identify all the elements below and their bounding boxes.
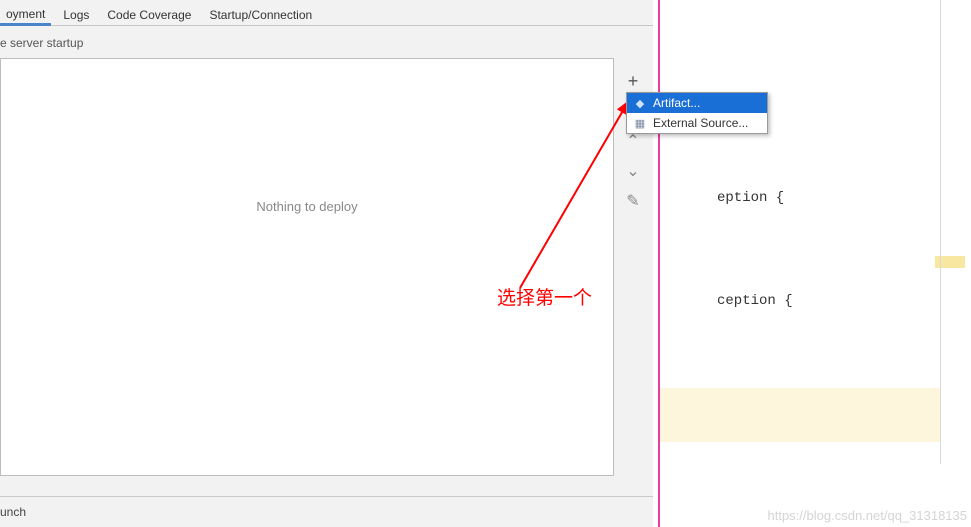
chevron-up-icon: ⌃ <box>626 131 639 151</box>
watermark-text: https://blog.csdn.net/qq_31318135 <box>768 508 968 523</box>
tab-code-coverage[interactable]: Code Coverage <box>101 5 197 25</box>
tab-logs[interactable]: Logs <box>57 5 95 25</box>
move-down-button[interactable]: ⌄ <box>622 160 644 182</box>
add-button[interactable]: + <box>622 70 644 92</box>
code-fragment: eption { <box>717 190 784 206</box>
popup-item-label: External Source... <box>653 116 748 130</box>
pencil-icon: ✎ <box>626 191 639 211</box>
popup-item-external-source[interactable]: External Source... <box>627 113 767 133</box>
tab-startup-connection[interactable]: Startup/Connection <box>203 5 318 25</box>
edit-button[interactable]: ✎ <box>622 190 644 212</box>
external-source-icon <box>633 116 647 130</box>
artifact-icon <box>633 96 647 110</box>
deploy-list-area[interactable]: Nothing to deploy <box>0 58 614 476</box>
tab-deployment[interactable]: oyment <box>0 4 51 26</box>
annotation-label: 选择第一个 <box>497 283 592 310</box>
popup-item-label: Artifact... <box>653 96 700 110</box>
chevron-down-icon: ⌄ <box>626 161 639 181</box>
tab-bar: oyment Logs Code Coverage Startup/Connec… <box>0 0 653 26</box>
popup-item-artifact[interactable]: Artifact... <box>627 93 767 113</box>
code-fragment: ception { <box>717 293 793 309</box>
plus-icon: + <box>628 71 639 92</box>
editor-panel <box>660 0 971 527</box>
editor-right-border <box>940 0 941 464</box>
bottom-section-label: unch <box>0 496 653 527</box>
add-popup-menu: Artifact... External Source... <box>626 92 768 134</box>
section-label: e server startup <box>0 26 653 50</box>
deploy-empty-text: Nothing to deploy <box>256 199 357 214</box>
config-panel: oyment Logs Code Coverage Startup/Connec… <box>0 0 653 527</box>
highlight-band <box>660 388 940 442</box>
